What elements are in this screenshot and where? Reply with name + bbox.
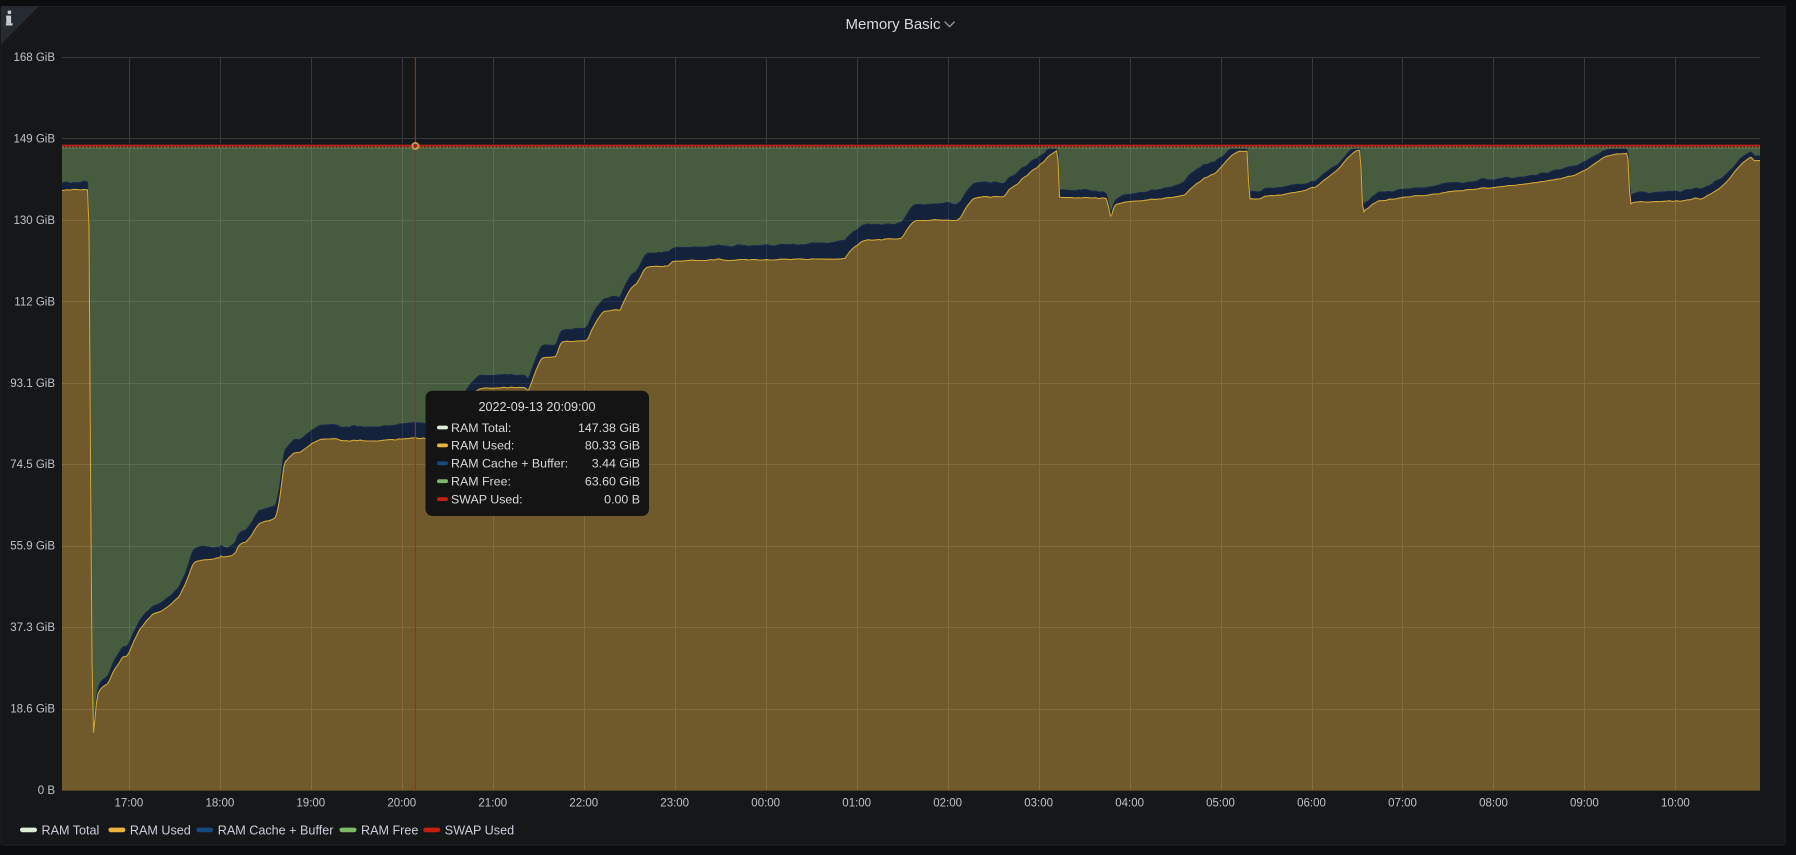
svg-text:3.44 GiB: 3.44 GiB	[592, 457, 640, 471]
svg-text:RAM Total: RAM Total	[42, 824, 100, 838]
svg-text:RAM Used: RAM Used	[130, 824, 191, 838]
svg-text:03:00: 03:00	[1024, 798, 1053, 810]
svg-text:RAM Used:: RAM Used:	[451, 439, 514, 453]
svg-text:RAM Free:: RAM Free:	[451, 475, 511, 489]
svg-text:04:00: 04:00	[1115, 798, 1144, 810]
svg-text:21:00: 21:00	[478, 798, 507, 810]
svg-text:168 GiB: 168 GiB	[13, 52, 55, 64]
svg-text:RAM Total:: RAM Total:	[451, 421, 511, 435]
svg-text:23:00: 23:00	[660, 798, 689, 810]
svg-text:22:00: 22:00	[569, 798, 598, 810]
svg-text:02:00: 02:00	[933, 798, 962, 810]
svg-text:06:00: 06:00	[1297, 798, 1326, 810]
svg-text:55.9 GiB: 55.9 GiB	[10, 541, 55, 553]
svg-text:00:00: 00:00	[751, 798, 780, 810]
svg-text:RAM Cache + Buffer:: RAM Cache + Buffer:	[451, 457, 568, 471]
svg-text:19:00: 19:00	[296, 798, 325, 810]
svg-text:07:00: 07:00	[1388, 798, 1417, 810]
svg-text:2022-09-13 20:09:00: 2022-09-13 20:09:00	[479, 400, 596, 414]
svg-text:SWAP Used:: SWAP Used:	[451, 492, 523, 506]
svg-text:112 GiB: 112 GiB	[14, 296, 55, 308]
svg-text:0.00 B: 0.00 B	[604, 492, 640, 506]
svg-text:74.5 GiB: 74.5 GiB	[10, 459, 55, 471]
svg-text:149 GiB: 149 GiB	[13, 133, 55, 145]
svg-text:0 B: 0 B	[38, 785, 56, 797]
svg-text:17:00: 17:00	[115, 798, 144, 810]
svg-text:18.6 GiB: 18.6 GiB	[10, 704, 55, 716]
svg-text:08:00: 08:00	[1479, 798, 1508, 810]
svg-text:10:00: 10:00	[1661, 798, 1690, 810]
svg-text:93.1 GiB: 93.1 GiB	[10, 378, 55, 390]
svg-text:18:00: 18:00	[206, 798, 235, 810]
svg-text:130 GiB: 130 GiB	[13, 215, 55, 227]
svg-text:RAM Cache + Buffer: RAM Cache + Buffer	[218, 824, 334, 838]
svg-text:80.33 GiB: 80.33 GiB	[585, 439, 640, 453]
svg-text:SWAP Used: SWAP Used	[445, 824, 514, 838]
svg-text:63.60 GiB: 63.60 GiB	[585, 475, 640, 489]
svg-text:Memory Basic: Memory Basic	[845, 16, 941, 33]
svg-text:01:00: 01:00	[842, 798, 871, 810]
svg-text:147.38 GiB: 147.38 GiB	[578, 421, 640, 435]
svg-text:37.3 GiB: 37.3 GiB	[10, 622, 55, 634]
svg-text:RAM Free: RAM Free	[361, 824, 418, 838]
svg-text:20:00: 20:00	[387, 798, 416, 810]
svg-text:05:00: 05:00	[1206, 798, 1235, 810]
svg-text:09:00: 09:00	[1570, 798, 1599, 810]
